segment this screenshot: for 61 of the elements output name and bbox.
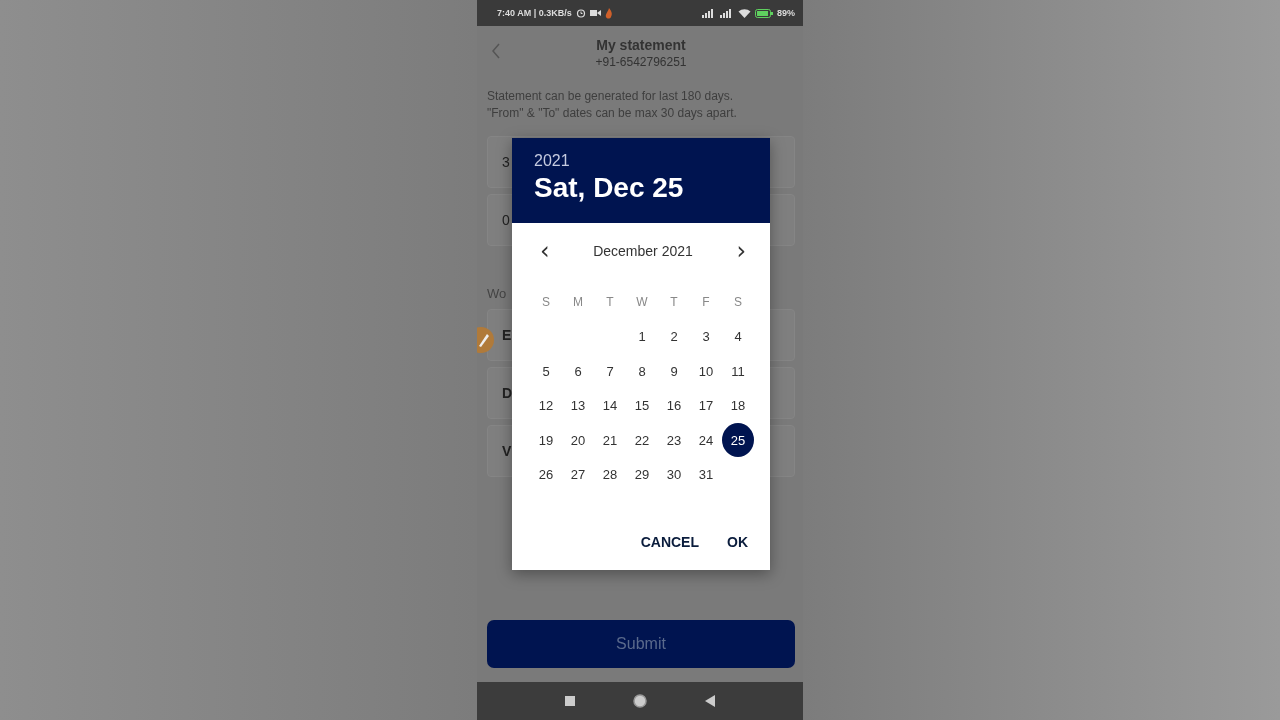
signal-icon [702, 8, 716, 18]
calendar-day[interactable]: 13 [562, 388, 594, 423]
selected-year[interactable]: 2021 [534, 152, 748, 170]
calendar-day[interactable]: 29 [626, 457, 658, 492]
calendar-day[interactable]: 12 [530, 388, 562, 423]
weekday-label: S [541, 295, 551, 310]
back-nav-icon[interactable] [705, 695, 715, 707]
battery-level: 89% [777, 8, 795, 18]
dialog-button[interactable]: CANCEL [632, 530, 707, 554]
flame-icon [604, 7, 613, 19]
calendar-day[interactable]: 18 [722, 388, 754, 423]
pen-icon[interactable] [477, 326, 495, 354]
notice-text: Statement can be generated for last 180 days. [487, 88, 735, 105]
calendar-day[interactable]: 30 [658, 457, 690, 492]
calendar-day[interactable]: 10 [690, 354, 722, 389]
calendar-day[interactable]: 24 [690, 423, 722, 458]
signal-icon [720, 8, 734, 18]
calendar-day[interactable]: 20 [562, 423, 594, 458]
calendar-day[interactable]: 21 [594, 423, 626, 458]
phone-number: +91-6542796251 [594, 55, 688, 69]
calendar-day[interactable]: 25 [722, 423, 754, 458]
month-label: December 2021 [593, 243, 693, 259]
calendar-day[interactable]: 15 [626, 388, 658, 423]
weekday-label: W [635, 295, 649, 310]
notice-text: "From" & "To" dates can be max 30 days apart. [487, 105, 738, 122]
calendar-day[interactable]: 31 [690, 457, 722, 492]
calendar-day[interactable]: 6 [562, 354, 594, 389]
weekday-label: T [605, 295, 615, 310]
calendar-day[interactable]: 5 [530, 354, 562, 389]
calendar-day[interactable]: 19 [530, 423, 562, 458]
calendar-day[interactable]: 27 [562, 457, 594, 492]
home-icon[interactable] [633, 694, 647, 708]
weekday-label: F [701, 295, 711, 310]
calendar-day[interactable]: 28 [594, 457, 626, 492]
next-month-button[interactable]: › [732, 241, 750, 261]
dialog-button[interactable]: OK [719, 530, 756, 554]
screen-title: My statement [595, 37, 687, 53]
calendar-day[interactable]: 1 [626, 319, 658, 354]
calendar-day[interactable]: 11 [722, 354, 754, 389]
wifi-icon [738, 8, 751, 18]
status-time: 7:40 AM | 0.3KB/s [497, 8, 572, 18]
calendar-day[interactable]: 23 [658, 423, 690, 458]
calendar-day[interactable]: 9 [658, 354, 690, 389]
alarm-icon [575, 8, 586, 18]
calendar-day[interactable]: 26 [530, 457, 562, 492]
weekday-label: M [572, 295, 584, 310]
previous-month-button[interactable]: ‹ [536, 241, 554, 261]
weekday-label: T [669, 295, 679, 310]
calendar-day[interactable]: 8 [626, 354, 658, 389]
calendar-day[interactable]: 14 [594, 388, 626, 423]
calendar-day[interactable]: 7 [594, 354, 626, 389]
weekday-label: S [733, 295, 743, 310]
battery-icon [755, 8, 773, 18]
calendar-day[interactable]: 2 [658, 319, 690, 354]
calendar-day[interactable]: 4 [722, 319, 754, 354]
video-icon [589, 9, 601, 17]
calendar-day[interactable]: 3 [690, 319, 722, 354]
calendar-day[interactable]: 16 [658, 388, 690, 423]
selected-date: Sat, Dec 25 [534, 172, 685, 204]
calendar-day[interactable]: 22 [626, 423, 658, 458]
calendar-day[interactable]: 17 [690, 388, 722, 423]
